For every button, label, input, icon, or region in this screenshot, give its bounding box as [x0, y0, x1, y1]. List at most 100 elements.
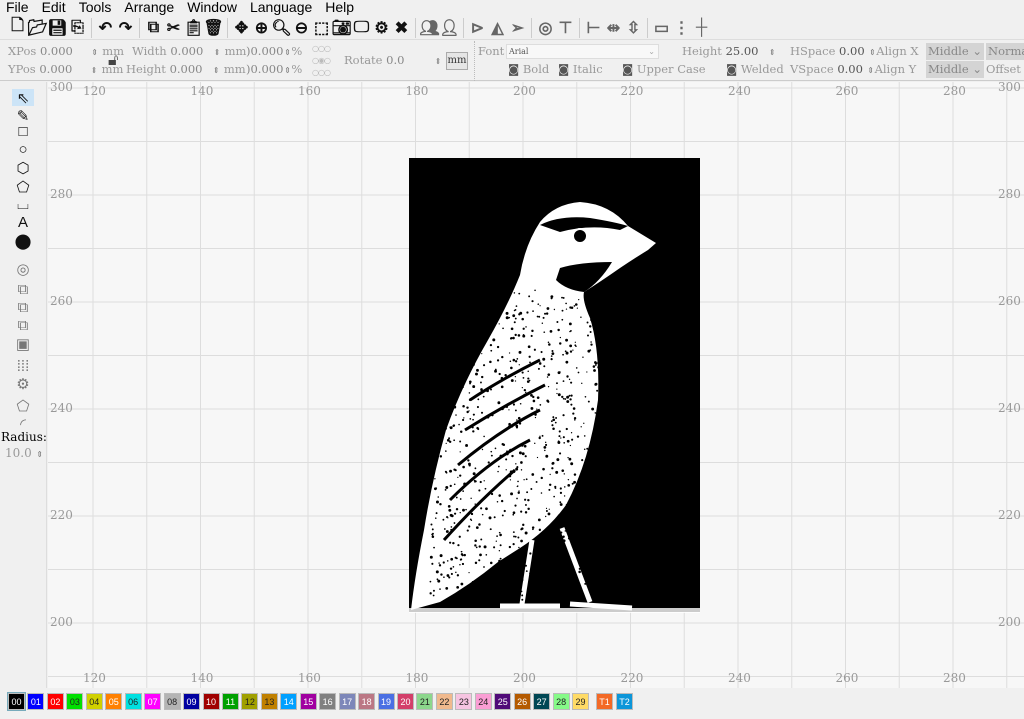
- xpos-input[interactable]: 0.000: [40, 44, 73, 58]
- color-swatch-03[interactable]: 03: [66, 693, 84, 710]
- rotate-spinner[interactable]: ⇕: [434, 57, 442, 66]
- select-frame-icon[interactable]: ⬚: [312, 18, 331, 38]
- tools-icon[interactable]: ✖: [392, 18, 411, 38]
- color-swatch-T1[interactable]: T1: [596, 693, 613, 710]
- color-swatch-25[interactable]: 25: [494, 693, 512, 710]
- welded-toggle[interactable]: ◙: [726, 62, 737, 76]
- color-swatch-17[interactable]: 17: [338, 693, 356, 710]
- text-icon[interactable]: A: [12, 214, 34, 231]
- color-swatch-11[interactable]: 11: [221, 693, 239, 710]
- frame-icon[interactable]: ⌴: [12, 196, 34, 213]
- zoom-fit-icon[interactable]: ⊕: [252, 18, 271, 38]
- radius-input[interactable]: 10.0 ⇕: [5, 446, 44, 460]
- lock-icon[interactable]: 🔓︎: [108, 50, 118, 70]
- width-spinner[interactable]: ⇕: [213, 48, 221, 57]
- position-icon[interactable]: ⬤: [12, 232, 34, 250]
- zoom-in-icon[interactable]: 🔍︎: [271, 18, 291, 38]
- text-height-spinner[interactable]: ⇕: [768, 48, 776, 57]
- redo-icon[interactable]: ↷: [116, 18, 135, 38]
- color-swatch-15[interactable]: 15: [299, 693, 317, 710]
- color-swatch-02[interactable]: 02: [46, 693, 64, 710]
- color-swatch-28[interactable]: 28: [552, 693, 570, 710]
- color-swatch-14[interactable]: 14: [280, 693, 298, 710]
- corner-icon[interactable]: ⬠: [12, 397, 34, 415]
- send-icon[interactable]: ➢: [508, 18, 527, 38]
- color-swatch-12[interactable]: 12: [241, 693, 259, 710]
- mirror-icon[interactable]: ◭: [488, 18, 507, 38]
- group-icon[interactable]: 👥︎: [419, 18, 439, 38]
- color-swatch-16[interactable]: 16: [319, 693, 337, 710]
- color-swatch-19[interactable]: 19: [377, 693, 395, 710]
- rectangle-icon[interactable]: □: [12, 123, 34, 140]
- grid-array-icon[interactable]: ⁞⁞⁞: [12, 358, 34, 375]
- monitor-icon[interactable]: 🖵: [352, 18, 371, 38]
- ellipse-icon[interactable]: ○: [12, 141, 34, 158]
- select-icon[interactable]: ⇖: [12, 89, 34, 107]
- bold-toggle[interactable]: ◙: [508, 62, 519, 76]
- import-icon[interactable]: ⎘: [68, 18, 87, 38]
- polygon-icon[interactable]: ⬡: [12, 159, 34, 177]
- color-swatch-06[interactable]: 06: [124, 693, 142, 710]
- boolean-union-icon[interactable]: ⧉: [12, 281, 34, 298]
- color-swatch-26[interactable]: 26: [513, 693, 531, 710]
- hspace-input[interactable]: 0.00: [839, 44, 865, 58]
- align-top-icon[interactable]: ⊤: [556, 18, 575, 38]
- text-height-input[interactable]: 25.00: [726, 44, 759, 58]
- boolean-subtract-icon[interactable]: ⧉: [12, 299, 34, 316]
- pen-icon[interactable]: ✎: [12, 107, 34, 125]
- camera-icon[interactable]: 📷︎: [331, 18, 351, 38]
- offset-icon[interactable]: ◎: [12, 260, 34, 278]
- distribute-h-icon[interactable]: ⇹: [604, 18, 623, 38]
- boolean-inner-icon[interactable]: ▣: [12, 335, 34, 353]
- unit-toggle-button[interactable]: mm: [446, 52, 468, 70]
- width-input[interactable]: 0.000: [170, 44, 203, 58]
- height-spinner[interactable]: ⇕: [212, 66, 220, 75]
- color-swatch-T2[interactable]: T2: [616, 693, 633, 710]
- color-swatch-23[interactable]: 23: [455, 693, 473, 710]
- vspace-spinner[interactable]: ⇕: [867, 66, 875, 75]
- undo-icon[interactable]: ↶: [96, 18, 115, 38]
- scale-x-input[interactable]: )0.000: [246, 44, 283, 58]
- radius-spinner[interactable]: ⇕: [36, 450, 44, 459]
- settings-icon[interactable]: ⚙: [372, 18, 391, 38]
- anchor-grid[interactable]: ○○○ ○◉○ ○○○: [312, 43, 340, 79]
- upper-case-toggle[interactable]: ◙: [622, 62, 633, 76]
- color-swatch-07[interactable]: 07: [144, 693, 162, 710]
- paste-icon[interactable]: 📋︎: [183, 18, 203, 38]
- color-swatch-05[interactable]: 05: [105, 693, 123, 710]
- scale-y-input[interactable]: )0.000: [246, 62, 283, 76]
- color-swatch-01[interactable]: 01: [27, 693, 45, 710]
- color-swatch-27[interactable]: 27: [533, 693, 551, 710]
- color-swatch-24[interactable]: 24: [474, 693, 492, 710]
- save-icon[interactable]: 💾︎: [47, 18, 67, 38]
- color-swatch-20[interactable]: 20: [397, 693, 414, 710]
- zoom-out-icon[interactable]: ⊖: [292, 18, 311, 38]
- bird-image[interactable]: [48, 82, 1024, 688]
- flip-icon[interactable]: ⊳: [468, 18, 487, 38]
- boolean-intersect-icon[interactable]: ⧉: [12, 317, 34, 334]
- rotate-input[interactable]: 0.0: [386, 53, 404, 67]
- color-swatch-21[interactable]: 21: [416, 693, 434, 710]
- color-swatch-09[interactable]: 09: [183, 693, 201, 710]
- color-swatch-04[interactable]: 04: [85, 693, 103, 710]
- menu-help[interactable]: Help: [325, 0, 354, 16]
- align-left-icon[interactable]: ⊢: [584, 18, 603, 38]
- delete-icon[interactable]: 🗑︎: [203, 18, 223, 38]
- color-swatch-22[interactable]: 22: [435, 693, 453, 710]
- menu-arrange[interactable]: Arrange: [124, 0, 174, 16]
- center-icon[interactable]: ┼: [692, 18, 711, 38]
- new-file-icon[interactable]: 🗋: [8, 17, 27, 38]
- color-swatch-08[interactable]: 08: [163, 693, 181, 710]
- color-swatch-00[interactable]: 00: [7, 692, 26, 711]
- xpos-spinner[interactable]: ⇕: [91, 48, 99, 57]
- circular-array-icon[interactable]: ⚙: [12, 375, 34, 393]
- space-icon[interactable]: ⋮: [672, 18, 691, 38]
- ypos-input[interactable]: 0.000: [39, 62, 72, 76]
- font-select[interactable]: Arial ⌄: [506, 44, 659, 59]
- user-icon[interactable]: 👤︎: [439, 18, 459, 38]
- move-icon[interactable]: ✥: [232, 18, 251, 38]
- resize-icon[interactable]: ▭: [652, 18, 671, 38]
- ypos-spinner[interactable]: ⇕: [90, 66, 98, 75]
- cut-icon[interactable]: ✂: [164, 18, 183, 38]
- distribute-v-icon[interactable]: ⇳: [624, 18, 643, 38]
